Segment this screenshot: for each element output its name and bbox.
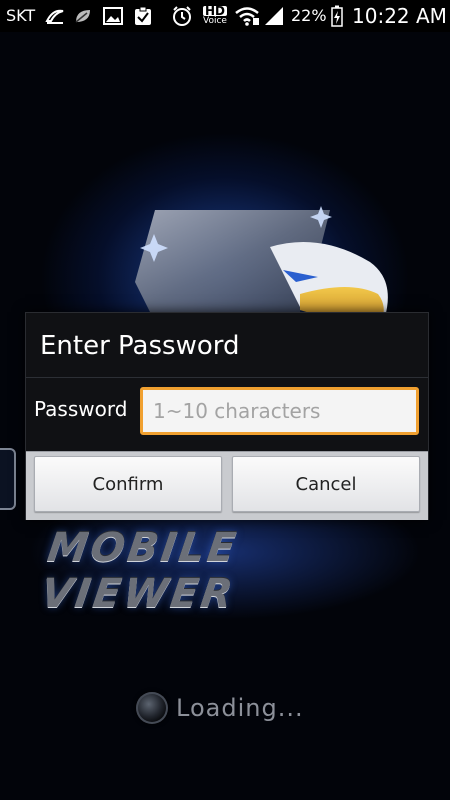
title-divider <box>26 377 428 378</box>
password-dialog: Enter Password Password Confirm Cancel <box>25 312 429 520</box>
image-icon <box>102 5 124 27</box>
battery-percent: 22% <box>291 6 327 25</box>
cancel-button[interactable]: Cancel <box>232 456 420 512</box>
side-drawer-handle[interactable] <box>0 448 16 510</box>
signal-strength-icon <box>262 5 286 27</box>
password-input[interactable] <box>140 387 419 435</box>
loading-indicator: Loading... <box>136 692 304 724</box>
carrier-label: SKT <box>6 6 36 25</box>
swoosh-icon <box>44 5 66 27</box>
alarm-clock-icon <box>170 5 194 27</box>
app-logo-text: MOBILE VIEWER <box>38 525 242 617</box>
confirm-button[interactable]: Confirm <box>34 456 222 512</box>
wifi-icon <box>233 5 261 27</box>
hd-voice-icon: HD Voice <box>202 4 227 26</box>
dialog-button-bar: Confirm Cancel <box>26 451 428 520</box>
clipboard-check-icon <box>132 5 154 27</box>
dialog-title: Enter Password <box>40 331 240 361</box>
status-bar: SKT HD Voice 22% 10:22 AM <box>0 0 450 32</box>
clock-time: 10:22 AM <box>352 4 447 28</box>
camera-lens-icon <box>136 692 168 724</box>
battery-charging-icon <box>330 5 344 27</box>
password-label: Password <box>34 397 128 421</box>
leaf-icon <box>72 5 94 27</box>
loading-text: Loading... <box>176 694 304 722</box>
